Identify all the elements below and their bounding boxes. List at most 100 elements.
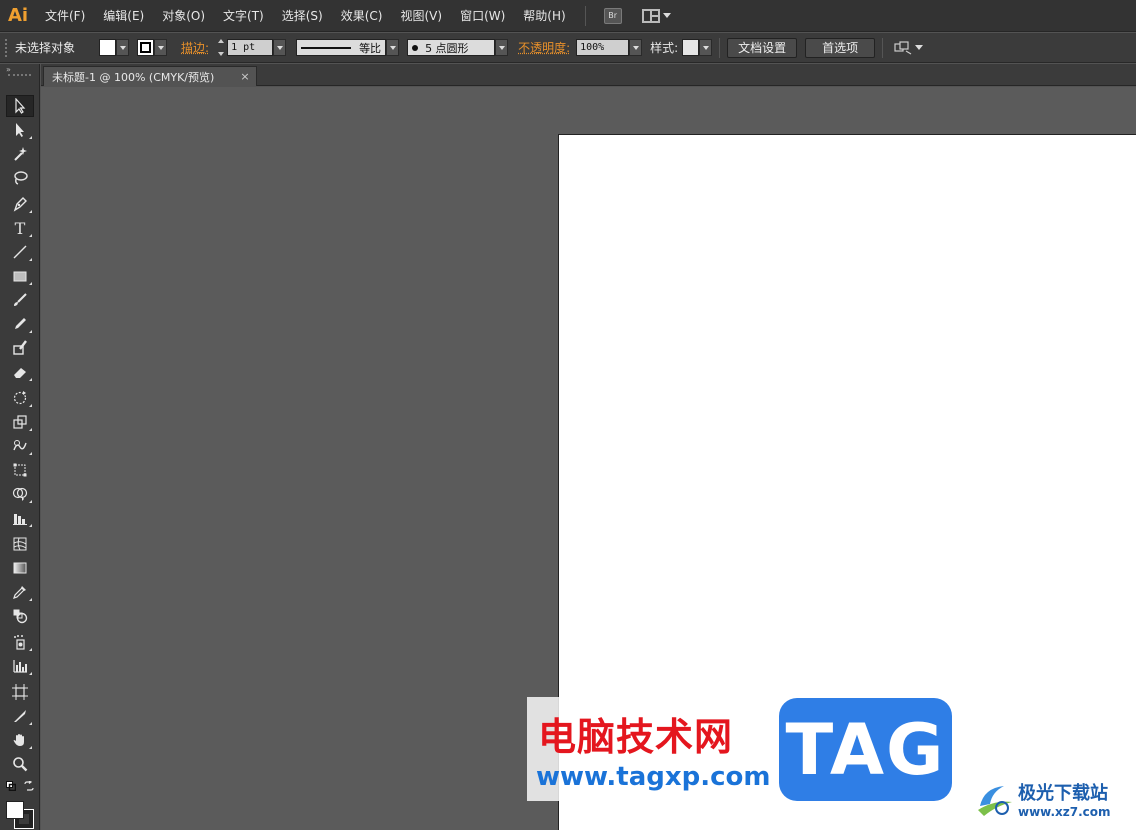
menu-object[interactable]: 对象(O) xyxy=(153,0,214,32)
symbol-sprayer-tool[interactable] xyxy=(6,631,34,653)
eraser-tool[interactable] xyxy=(6,361,34,383)
eyedropper-tool[interactable] xyxy=(6,581,34,603)
gradient-tool-icon xyxy=(13,562,27,574)
magic-wand-tool[interactable] xyxy=(6,143,34,165)
scale-tool-icon xyxy=(13,415,27,429)
variable-width-profile[interactable]: 等比 xyxy=(296,39,387,56)
mesh-tool[interactable] xyxy=(6,533,34,555)
magic-wand-tool-icon xyxy=(14,147,27,161)
style-label: 样式: xyxy=(650,41,679,55)
style-dropdown[interactable] xyxy=(699,39,713,56)
graphic-style-swatch[interactable] xyxy=(682,39,700,56)
menu-effect[interactable]: 效果(C) xyxy=(332,0,392,32)
stroke-dropdown[interactable] xyxy=(154,39,168,56)
shape-builder-tool[interactable] xyxy=(6,483,34,505)
menu-view[interactable]: 视图(V) xyxy=(391,0,451,32)
chevron-down-icon xyxy=(119,45,126,50)
pen-tool[interactable] xyxy=(6,193,34,215)
graph-tool[interactable] xyxy=(6,507,34,529)
chevron-down-icon xyxy=(662,13,671,18)
blend-tool[interactable] xyxy=(6,605,34,627)
blend-tool-icon xyxy=(13,609,28,624)
arrow-up-icon[interactable] xyxy=(218,39,225,43)
arrange-button[interactable] xyxy=(894,40,924,55)
menu-edit[interactable]: 编辑(E) xyxy=(94,0,153,32)
type-tool[interactable]: T xyxy=(6,217,34,239)
collapse-panel-icon[interactable]: » xyxy=(0,64,39,74)
divider xyxy=(719,37,721,58)
gradient-tool[interactable] xyxy=(6,557,34,579)
panel-grip[interactable] xyxy=(8,74,31,82)
document-setup-button[interactable]: 文档设置 xyxy=(727,37,798,58)
line-tool[interactable] xyxy=(6,241,34,263)
paintbrush-tool[interactable] xyxy=(6,289,34,311)
warp-tool-icon xyxy=(13,440,27,451)
bridge-button[interactable]: Br xyxy=(603,7,622,24)
preferences-button[interactable]: 首选项 xyxy=(805,37,876,58)
swap-fill-stroke-icon[interactable] xyxy=(24,781,34,791)
paintbrush-tool-icon xyxy=(14,293,27,306)
arrange-documents-icon xyxy=(641,8,660,23)
arrange-documents-button[interactable] xyxy=(641,8,671,23)
arrange-icon xyxy=(894,40,912,55)
stroke-weight-field[interactable]: 1 pt xyxy=(227,39,274,56)
stroke-swatch[interactable] xyxy=(137,39,155,56)
default-fill-stroke-icon[interactable] xyxy=(6,781,16,791)
watermark-cn-text: 电脑技术网 xyxy=(538,715,734,759)
pencil-tool[interactable] xyxy=(6,313,34,335)
opacity-dropdown[interactable] xyxy=(629,39,643,56)
hand-tool-icon xyxy=(13,734,24,746)
selection-tool[interactable] xyxy=(6,95,34,117)
symbol-sprayer-tool-icon xyxy=(14,635,25,650)
rotate-tool[interactable] xyxy=(6,387,34,409)
menu-file[interactable]: 文件(F) xyxy=(36,0,94,32)
menu-select[interactable]: 选择(S) xyxy=(273,0,332,32)
close-icon[interactable]: × xyxy=(238,70,252,83)
column-graph-tool[interactable] xyxy=(6,655,34,677)
direct-selection-tool[interactable] xyxy=(6,119,34,141)
menu-help[interactable]: 帮助(H) xyxy=(514,0,574,32)
warp-tool[interactable] xyxy=(6,435,34,457)
slice-tool[interactable] xyxy=(6,705,34,727)
fill-dropdown[interactable] xyxy=(116,39,130,56)
pen-tool-icon xyxy=(13,197,27,212)
type-tool-icon: T xyxy=(14,218,26,238)
menu-window[interactable]: 窗口(W) xyxy=(451,0,514,32)
fill-color-box[interactable] xyxy=(6,801,24,819)
panel-grip[interactable] xyxy=(5,38,9,57)
chevron-down-icon xyxy=(389,45,396,50)
watermark-site: 极光下载站 www.xz7.com xyxy=(974,778,1111,820)
fill-swatch[interactable] xyxy=(99,39,117,56)
document-tab[interactable]: 未标题-1 @ 100% (CMYK/预览) × xyxy=(43,66,257,86)
stroke-weight-stepper[interactable] xyxy=(215,39,227,56)
rectangle-tool-icon xyxy=(13,271,27,282)
artboard-tool[interactable] xyxy=(6,681,34,703)
stroke-label[interactable]: 描边: xyxy=(181,39,209,56)
eraser-tool-icon xyxy=(14,368,26,378)
menu-divider xyxy=(584,5,586,26)
scale-tool[interactable] xyxy=(6,411,34,433)
blob-brush-tool[interactable] xyxy=(6,337,34,359)
rectangle-tool[interactable] xyxy=(6,265,34,287)
brush-dropdown[interactable] xyxy=(495,39,509,56)
shape-builder-tool-icon xyxy=(12,487,28,501)
selection-tool-icon xyxy=(15,98,26,114)
stroke-weight-dropdown[interactable] xyxy=(273,39,287,56)
chevron-down-icon xyxy=(632,45,639,50)
profile-dropdown[interactable] xyxy=(386,39,400,56)
aurora-logo-icon xyxy=(978,786,1012,816)
chevron-down-icon xyxy=(915,45,924,50)
brush-definition[interactable]: 5 点圆形 xyxy=(407,39,496,56)
control-bar: 未选择对象 描边: 1 pt 等比 5 点圆形 不透明度: 100% 样式: 文… xyxy=(0,33,1136,63)
zoom-tool[interactable] xyxy=(6,753,34,775)
menu-type[interactable]: 文字(T) xyxy=(214,0,273,32)
hand-tool[interactable] xyxy=(6,729,34,751)
lasso-tool[interactable] xyxy=(6,167,34,189)
opacity-field[interactable]: 100% xyxy=(576,39,630,56)
divider xyxy=(882,37,884,58)
free-transform-tool[interactable] xyxy=(6,459,34,481)
arrow-down-icon[interactable] xyxy=(218,52,225,56)
chevron-down-icon xyxy=(276,45,283,50)
opacity-label[interactable]: 不透明度: xyxy=(518,39,570,56)
chevron-down-icon xyxy=(157,45,164,50)
